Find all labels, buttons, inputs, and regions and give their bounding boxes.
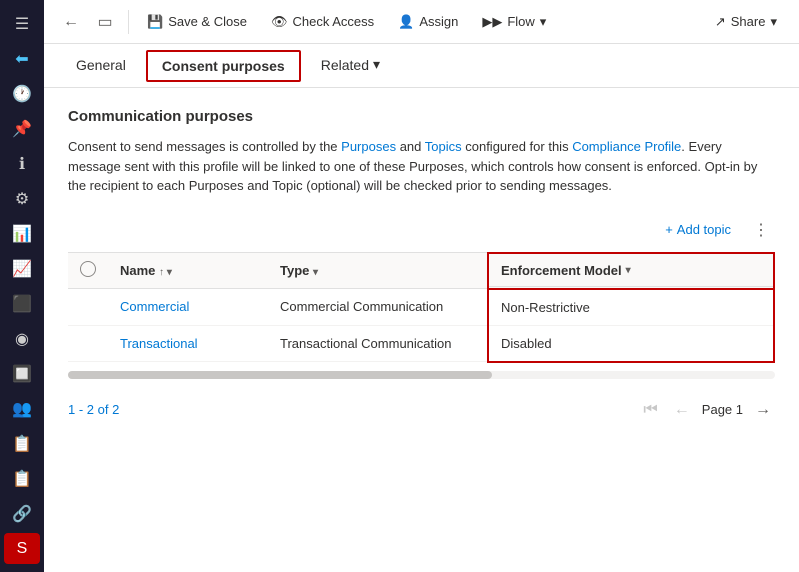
enforcement-header-content: Enforcement Model ▾ xyxy=(489,255,773,287)
row-enforcement-1: Non-Restrictive xyxy=(488,289,774,326)
add-topic-row: + Add topic ⋮ xyxy=(68,216,775,244)
row-type-1: Commercial Communication xyxy=(268,289,488,326)
sidebar-menu-icon[interactable]: ☰ xyxy=(4,8,40,39)
name-sort-icon[interactable]: ↑ ▾ xyxy=(159,267,172,278)
related-dropdown-icon: ▾ xyxy=(373,56,380,73)
row-select-1 xyxy=(68,289,108,326)
first-page-button[interactable]: ⏮ xyxy=(639,399,661,421)
topics-link[interactable]: Topics xyxy=(425,139,462,154)
pagination-count: 1 - 2 of 2 xyxy=(68,402,119,417)
flow-button[interactable]: ▶▶ Flow ▾ xyxy=(472,10,556,34)
scrollbar-thumb xyxy=(68,371,492,379)
content-area: Communication purposes Consent to send m… xyxy=(44,88,799,572)
share-dropdown-icon: ▾ xyxy=(770,14,777,30)
save-icon: 💾 xyxy=(147,14,163,30)
check-access-button[interactable]: 👁 Check Access xyxy=(261,10,384,34)
row-name-1: Commercial xyxy=(108,289,268,326)
main-content: ← ▭ 💾 Save & Close 👁 Check Access 👤 Assi… xyxy=(44,0,799,572)
prev-page-button[interactable]: ← xyxy=(670,399,694,421)
horizontal-scrollbar[interactable] xyxy=(68,371,775,379)
add-topic-label: Add topic xyxy=(677,222,731,237)
compliance-link[interactable]: Compliance Profile xyxy=(572,139,681,154)
purposes-link[interactable]: Purposes xyxy=(341,139,396,154)
tab-general[interactable]: General xyxy=(60,49,142,83)
share-button[interactable]: ↗ Share ▾ xyxy=(705,10,787,34)
enforcement-header-label: Enforcement Model xyxy=(501,263,622,278)
sidebar-grid-icon[interactable]: 🔲 xyxy=(4,358,40,389)
row-type-2: Transactional Communication xyxy=(268,325,488,362)
name-header-label: Name xyxy=(120,263,155,278)
info-text: Consent to send messages is controlled b… xyxy=(68,137,775,196)
page-label: Page 1 xyxy=(702,402,743,417)
add-topic-button[interactable]: + Add topic xyxy=(657,218,739,241)
assign-icon: 👤 xyxy=(398,14,414,30)
flow-label: Flow xyxy=(507,14,534,29)
commercial-link[interactable]: Commercial xyxy=(120,299,189,314)
flow-dropdown-icon: ▾ xyxy=(540,14,547,30)
add-icon: + xyxy=(665,222,673,237)
assign-button[interactable]: 👤 Assign xyxy=(388,10,468,34)
back-button[interactable]: ← xyxy=(56,7,86,37)
col-header-enforcement: Enforcement Model ▾ xyxy=(488,253,774,289)
row-name-2: Transactional xyxy=(108,325,268,362)
type-filter-icon[interactable]: ▾ xyxy=(313,267,318,278)
tab-consent-purposes[interactable]: Consent purposes xyxy=(146,50,301,82)
purposes-table: Name ↑ ▾ Type ▾ Enforcement Model ▾ xyxy=(68,252,775,363)
col-header-select xyxy=(68,253,108,289)
sidebar-link-icon[interactable]: 📋 xyxy=(4,463,40,494)
sidebar-chart-icon[interactable]: 📊 xyxy=(4,218,40,249)
col-header-type: Type ▾ xyxy=(268,253,488,289)
enforcement-filter-icon[interactable]: ▾ xyxy=(626,265,631,276)
restore-button[interactable]: ▭ xyxy=(90,7,120,37)
sidebar: ☰ ⬅ 🕐 📌 ℹ ⚙ 📊 📈 ⬛ ◉ 🔲 👥 📋 📋 🔗 S xyxy=(0,0,44,572)
check-access-label: Check Access xyxy=(292,14,374,29)
sidebar-clock-icon[interactable]: 🕐 xyxy=(4,78,40,109)
row-select-2 xyxy=(68,325,108,362)
restore-icon: ▭ xyxy=(97,12,112,32)
pagination-controls: ⏮ ← Page 1 → xyxy=(639,399,775,421)
sidebar-settings-icon[interactable]: ⚙ xyxy=(4,183,40,214)
save-close-label: Save & Close xyxy=(168,14,247,29)
toolbar: ← ▭ 💾 Save & Close 👁 Check Access 👤 Assi… xyxy=(44,0,799,44)
sidebar-pin-icon[interactable]: 📌 xyxy=(4,113,40,144)
table-row: Transactional Transactional Communicatio… xyxy=(68,325,774,362)
sidebar-square-icon[interactable]: ⬛ xyxy=(4,288,40,319)
save-close-button[interactable]: 💾 Save & Close xyxy=(137,10,257,34)
sidebar-circle-icon[interactable]: ◉ xyxy=(4,323,40,354)
sidebar-chain-icon[interactable]: 🔗 xyxy=(4,498,40,529)
tab-related[interactable]: Related ▾ xyxy=(305,48,396,83)
next-page-button[interactable]: → xyxy=(751,399,775,421)
section-title: Communication purposes xyxy=(68,108,775,125)
pagination-count-colored: 1 - 2 of 2 xyxy=(68,402,119,417)
transactional-link[interactable]: Transactional xyxy=(120,336,198,351)
toolbar-divider-1 xyxy=(128,10,129,34)
tabs-bar: General Consent purposes Related ▾ xyxy=(44,44,799,88)
share-icon: ↗ xyxy=(715,14,726,30)
more-options-button[interactable]: ⋮ xyxy=(747,216,775,244)
sidebar-graph-icon[interactable]: 📈 xyxy=(4,253,40,284)
assign-label: Assign xyxy=(419,14,458,29)
more-options-icon: ⋮ xyxy=(753,222,769,239)
back-icon: ← xyxy=(63,13,79,31)
sidebar-users-icon[interactable]: 👥 xyxy=(4,393,40,424)
sidebar-user-avatar[interactable]: S xyxy=(4,533,40,564)
type-header-label: Type xyxy=(280,263,309,278)
pagination: 1 - 2 of 2 ⏮ ← Page 1 → xyxy=(68,387,775,425)
sidebar-list-icon[interactable]: 📋 xyxy=(4,428,40,459)
flow-icon: ▶▶ xyxy=(482,14,502,30)
share-label: Share xyxy=(731,14,766,29)
check-access-icon: 👁 xyxy=(271,14,288,30)
col-header-name: Name ↑ ▾ xyxy=(108,253,268,289)
sidebar-back-nav[interactable]: ⬅ xyxy=(4,43,40,74)
select-all-checkbox[interactable] xyxy=(80,261,96,277)
table-row: Commercial Commercial Communication Non-… xyxy=(68,289,774,326)
row-enforcement-2: Disabled xyxy=(488,325,774,362)
sidebar-info-icon[interactable]: ℹ xyxy=(4,148,40,179)
